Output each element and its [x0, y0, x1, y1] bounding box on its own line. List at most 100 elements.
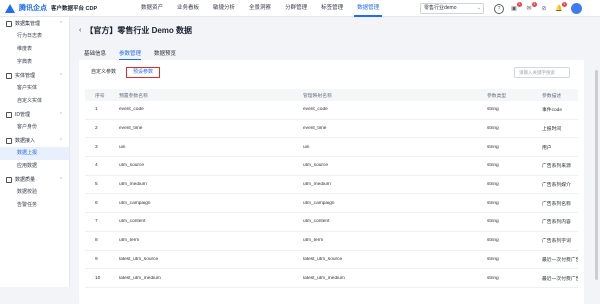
chevron-up-icon: ⌃: [58, 137, 63, 144]
scrollbar[interactable]: [595, 70, 598, 280]
id-icon: [6, 111, 12, 118]
sidebar-section-title: 实体管理: [15, 73, 36, 79]
chevron-down-icon: ⌄: [476, 5, 481, 11]
sidebar-item[interactable]: 数据上报: [0, 147, 69, 160]
sidebar-item[interactable]: 数据校验: [0, 186, 69, 199]
table-cell: 广告系列媒介: [542, 183, 571, 189]
column-header: 序号: [95, 93, 105, 99]
sidebar-item[interactable]: 客户实体: [0, 82, 69, 95]
table-cell: 事件code: [542, 108, 562, 114]
sidebar-item[interactable]: 应用数据: [0, 160, 69, 173]
search-input[interactable]: 请输入关键字搜索: [514, 67, 570, 78]
brand-logo[interactable]: 腾讯企点 客户数据平台 CDP: [0, 3, 130, 13]
table-cell: 广告系列字词: [542, 239, 571, 245]
tab-2[interactable]: 数据预览: [154, 49, 176, 60]
table-cell: event_code: [303, 107, 328, 113]
product-name: 客户数据平台 CDP: [51, 6, 98, 12]
sidebar-section-title: ID管理: [15, 112, 31, 118]
sidebar-item[interactable]: 行为日志表: [0, 30, 69, 43]
nav-item-3[interactable]: 全景洞察: [242, 0, 278, 17]
notice-icon[interactable]: ▣ 1: [509, 1, 522, 14]
tab-0[interactable]: 基础信息: [84, 49, 106, 60]
table-cell: string: [487, 126, 499, 132]
nav-item-0[interactable]: 数据资产: [134, 0, 170, 17]
avatar[interactable]: [571, 3, 582, 14]
table-row: 4 utm_source utm_source string 广告系列来源: [85, 157, 578, 176]
table-cell: latest_utm_source: [119, 256, 159, 262]
page-title: 【官方】零售行业 Demo 数据: [85, 26, 193, 35]
table-cell: event_code: [119, 107, 144, 113]
tab-1[interactable]: 参数管理: [119, 49, 142, 60]
subtab-0[interactable]: 自定义参数: [85, 67, 122, 78]
nav-item-4[interactable]: 分群管理: [278, 0, 314, 17]
table-row: 8 utm_term utm_term string 广告系列字词: [85, 232, 578, 251]
sidebar-section[interactable]: 数据集管理 ⌃: [0, 17, 69, 30]
chevron-up-icon: ⌃: [58, 176, 63, 183]
table-cell: string: [487, 219, 499, 225]
sidebar-item[interactable]: 字典表: [0, 56, 69, 69]
subtab-1[interactable]: 预设参数: [126, 67, 161, 78]
message-icon[interactable]: ✉ 1: [524, 1, 537, 14]
table-cell: utm_content: [303, 219, 330, 225]
table-cell: 广告系列名称: [542, 201, 571, 207]
table-cell: utm_campaign: [119, 200, 151, 206]
top-bar: 腾讯企点 客户数据平台 CDP 数据资产 业务看板 敏捷分析 全景洞察 分群管理 标签管理…: [0, 0, 600, 17]
table-cell: utm_source: [303, 163, 329, 169]
sidebar-item[interactable]: 自定义实体: [0, 95, 69, 108]
table-cell: 上报时间: [542, 127, 562, 133]
param-type-tabs: 自定义参数 预设参数: [85, 67, 161, 78]
table-cell: utm_medium: [303, 182, 331, 188]
bell-icon[interactable]: 🔔 1: [554, 1, 567, 14]
help-icon[interactable]: ?: [494, 3, 504, 14]
quality-icon: [6, 176, 12, 183]
table-row: 3 uin uin string 用户: [85, 138, 578, 158]
table-cell: string: [487, 200, 499, 206]
table-cell: utm_content: [119, 219, 146, 225]
sidebar-section[interactable]: 实体管理 ⌃: [0, 69, 69, 82]
params-card: 自定义参数 预设参数 请输入关键字搜索 序号 预置参数名称 管理映射名称 参数类型 参数描…: [79, 60, 584, 304]
params-table: 序号 预置参数名称 管理映射名称 参数类型 参数描述 1 event_code event_…: [85, 89, 578, 288]
sidebar-item[interactable]: 客户身份: [0, 121, 69, 134]
sidebar-section-title: 数据接入: [15, 138, 36, 144]
table-cell: 3: [95, 144, 98, 150]
import-icon: [6, 137, 12, 144]
table-cell: string: [487, 163, 499, 169]
back-icon[interactable]: ‹: [79, 27, 81, 34]
chevron-up-icon: ⌃: [58, 72, 63, 79]
column-header: 预置参数名称: [119, 93, 148, 99]
table-cell: uin: [303, 144, 310, 150]
table-cell: 8: [95, 238, 98, 244]
logo-icon: [5, 3, 16, 13]
table-cell: utm_medium: [119, 182, 147, 188]
sidebar-section[interactable]: 数据接入 ⌃: [0, 134, 69, 147]
compass-icon[interactable]: ⊘: [539, 4, 549, 14]
table-cell: 广告系列内容: [542, 220, 571, 226]
sidebar-item[interactable]: 告警任务: [0, 199, 69, 212]
nav-item-2[interactable]: 敏捷分析: [206, 0, 242, 17]
table-cell: string: [487, 107, 499, 113]
page-tabs: 基础信息 参数管理 数据预览: [84, 49, 189, 60]
table-cell: string: [487, 144, 499, 150]
table-cell: uin: [119, 144, 126, 150]
table-row: 6 utm_campaign utm_campaign string 广告系列名称: [85, 194, 578, 214]
main-content: ‹ 【官方】零售行业 Demo 数据 基础信息 参数管理 数据预览 自定义参数 预设参…: [70, 17, 600, 304]
table-cell: latest_utm_medium: [119, 275, 161, 281]
sidebar-section[interactable]: 数据质量 ⌃: [0, 173, 69, 186]
notification-badge: 1: [517, 1, 522, 7]
column-header: 管理映射名称: [303, 93, 332, 99]
table-cell: 用户: [542, 145, 552, 151]
table-cell: utm_source: [119, 163, 145, 169]
table-cell: latest_utm_source: [303, 256, 343, 262]
nav-item-1[interactable]: 业务看板: [170, 0, 206, 17]
table-cell: string: [487, 275, 499, 281]
sidebar-section[interactable]: ID管理 ⌃: [0, 108, 69, 121]
nav-item-5[interactable]: 标签管理: [314, 0, 350, 17]
main-nav: 数据资产 业务看板 敏捷分析 全景洞察 分群管理 标签管理 数据管理: [134, 0, 386, 17]
table-cell: 10: [95, 275, 101, 281]
column-header: 参数类型: [487, 93, 507, 99]
tenant-select[interactable]: 零售行业demo ⌄: [420, 3, 484, 14]
brand-name: 腾讯企点: [19, 5, 47, 12]
sidebar-item[interactable]: 维度表: [0, 43, 69, 56]
nav-item-6[interactable]: 数据管理: [350, 0, 386, 17]
table-cell: 广告系列来源: [542, 164, 571, 170]
